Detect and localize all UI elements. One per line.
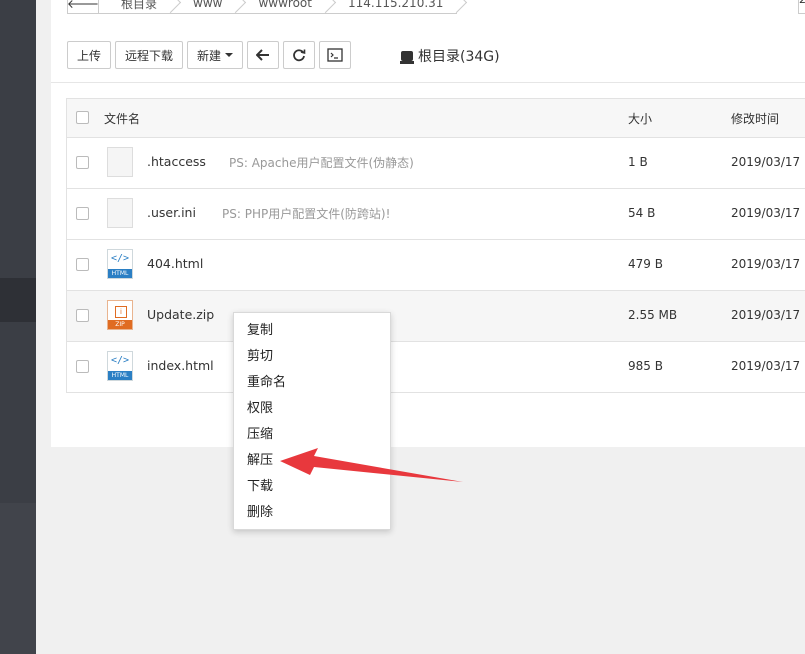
zip-file-icon: i ZIP <box>107 300 133 330</box>
html-file-icon: </> HTML <box>107 351 133 381</box>
file-note: PS: Apache用户配置文件(伪静态) <box>229 156 414 170</box>
row-checkbox[interactable] <box>76 309 89 322</box>
row-checkbox[interactable] <box>76 360 89 373</box>
disk-indicator: 根目录(34G) <box>400 46 500 66</box>
hdd-icon <box>400 51 414 64</box>
select-all-checkbox[interactable] <box>76 111 89 124</box>
context-menu-cut[interactable]: 剪切 <box>234 344 390 370</box>
file-table: 文件名 大小 修改时间 .htaccess PS: Apache用户配置文件(伪… <box>66 98 805 393</box>
html-file-icon: </> HTML <box>107 249 133 279</box>
breadcrumb-item-root[interactable]: 根目录 <box>99 0 172 14</box>
file-size: 479 B <box>628 257 663 271</box>
file-modified: 2019/03/17 1 <box>731 359 805 373</box>
file-name[interactable]: .htaccess <box>147 154 206 169</box>
file-size: 54 B <box>628 206 656 220</box>
table-row[interactable]: .htaccess PS: Apache用户配置文件(伪静态) 1 B 2019… <box>67 138 805 189</box>
caret-down-icon <box>225 53 234 57</box>
file-icon <box>107 198 133 228</box>
sidebar-active-item[interactable] <box>0 278 36 322</box>
file-name[interactable]: 404.html <box>147 256 203 271</box>
row-checkbox[interactable] <box>76 258 89 271</box>
sidebar <box>0 0 36 654</box>
disk-label: 根目录(34G) <box>418 49 500 65</box>
breadcrumb-trailing-label: 2 <box>799 0 805 6</box>
column-header-name[interactable]: 文件名 <box>104 110 140 127</box>
context-menu-delete[interactable]: 删除 <box>234 500 390 526</box>
context-menu-download[interactable]: 下载 <box>234 474 390 500</box>
divider <box>51 82 805 83</box>
refresh-button[interactable] <box>283 41 316 69</box>
zip-symbol: i <box>115 306 127 318</box>
file-size: 2.55 MB <box>628 308 678 322</box>
file-manager-panel: 🡐 根目录 www wwwroot 114.115.210.31 2 上传 远程… <box>51 0 805 447</box>
breadcrumb-item-wwwroot[interactable]: wwwroot <box>236 0 326 14</box>
file-icon <box>107 147 133 177</box>
breadcrumb-label: 114.115.210.31 <box>347 0 444 10</box>
context-menu-compress[interactable]: 压缩 <box>234 422 390 448</box>
table-row[interactable]: .user.ini PS: PHP用户配置文件(防跨站)! 54 B 2019/… <box>67 189 805 240</box>
row-checkbox[interactable] <box>76 156 89 169</box>
breadcrumb-back-button[interactable]: 🡐 <box>67 0 99 14</box>
table-row[interactable]: </> HTML index.html 985 B 2019/03/17 1 <box>67 342 805 393</box>
html-symbol: </> <box>110 355 130 366</box>
file-name[interactable]: Update.zip <box>147 307 214 322</box>
file-size: 1 B <box>628 155 648 169</box>
file-size: 985 B <box>628 359 663 373</box>
context-menu-rename[interactable]: 重命名 <box>234 370 390 396</box>
context-menu-copy[interactable]: 复制 <box>234 318 390 344</box>
file-modified: 2019/03/17 1 <box>731 257 805 271</box>
remote-download-button[interactable]: 远程下载 <box>115 41 184 69</box>
html-tag: HTML <box>108 371 132 380</box>
terminal-button[interactable] <box>319 41 352 69</box>
file-modified: 2019/03/17 1 <box>731 206 805 220</box>
breadcrumb-label: 根目录 <box>121 0 158 11</box>
new-label: 新建 <box>197 48 222 63</box>
upload-button[interactable]: 上传 <box>67 41 112 69</box>
context-menu: 复制 剪切 重命名 权限 压缩 解压 下载 删除 <box>233 312 391 530</box>
file-modified: 2019/03/17 1 <box>731 155 805 169</box>
file-name[interactable]: .user.ini <box>147 205 196 220</box>
breadcrumb-label: wwwroot <box>258 0 312 10</box>
breadcrumb-item-site[interactable]: 114.115.210.31 <box>325 0 458 14</box>
breadcrumb-trailing[interactable]: 2 <box>798 0 805 14</box>
arrow-left-icon <box>256 49 270 61</box>
zip-tag: ZIP <box>108 320 132 329</box>
arrow-left-icon: 🡐 <box>66 0 100 11</box>
table-header: 文件名 大小 修改时间 <box>67 99 805 138</box>
column-header-modified[interactable]: 修改时间 <box>731 110 779 127</box>
html-symbol: </> <box>110 253 130 264</box>
html-tag: HTML <box>108 269 132 278</box>
back-button[interactable] <box>247 41 280 69</box>
sidebar-lower-section <box>0 503 36 654</box>
breadcrumb-label: www <box>193 0 223 10</box>
context-menu-extract[interactable]: 解压 <box>234 448 390 474</box>
new-dropdown-button[interactable]: 新建 <box>187 41 244 69</box>
file-name[interactable]: index.html <box>147 358 214 373</box>
table-row[interactable]: </> HTML 404.html 479 B 2019/03/17 1 <box>67 240 805 291</box>
file-modified: 2019/03/17 1 <box>731 308 805 322</box>
refresh-icon <box>293 49 306 62</box>
file-note: PS: PHP用户配置文件(防跨站)! <box>222 207 391 221</box>
column-header-size[interactable]: 大小 <box>628 110 652 127</box>
breadcrumb: 🡐 根目录 www wwwroot 114.115.210.31 <box>67 0 458 14</box>
terminal-icon <box>327 48 343 62</box>
table-row[interactable]: i ZIP Update.zip 2.55 MB 2019/03/17 1 <box>67 291 805 342</box>
toolbar: 上传 远程下载 新建 <box>67 41 355 69</box>
row-checkbox[interactable] <box>76 207 89 220</box>
context-menu-permissions[interactable]: 权限 <box>234 396 390 422</box>
